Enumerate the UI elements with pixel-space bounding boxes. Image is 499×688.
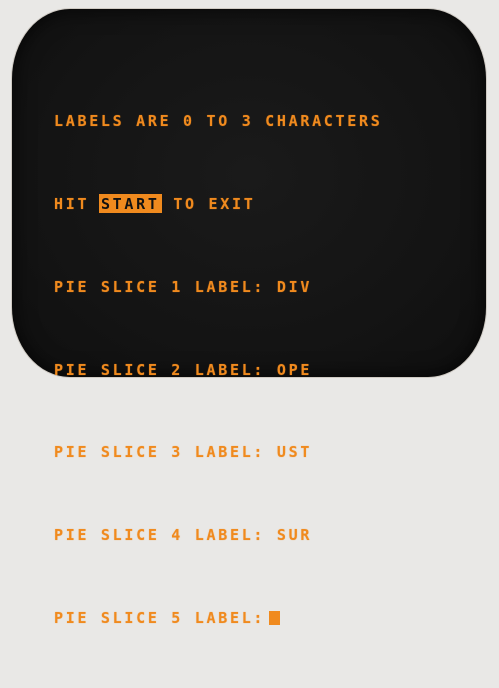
info-line: LABELS ARE 0 TO 3 CHARACTERS xyxy=(54,108,382,136)
monitor-bezel: LABELS ARE 0 TO 3 CHARACTERS HIT START T… xyxy=(0,0,499,627)
prompt-label: PIE SLICE 1 LABEL: xyxy=(54,277,266,296)
info-text: LABELS ARE 0 TO 3 CHARACTERS xyxy=(54,112,383,131)
prompt-label: PIE SLICE 2 LABEL: xyxy=(54,360,266,379)
prompt-value: UST xyxy=(276,443,313,462)
exit-hint-suffix: TO EXIT xyxy=(173,194,256,213)
prompt-line-2: PIE SLICE 2 LABEL: OPE xyxy=(54,357,382,385)
prompt-line-1: PIE SLICE 1 LABEL: DIV xyxy=(54,274,382,302)
prompt-label: PIE SLICE 5 LABEL: xyxy=(54,608,266,627)
prompt-line-5[interactable]: PIE SLICE 5 LABEL: xyxy=(54,605,382,633)
prompt-value: OPE xyxy=(276,360,313,379)
prompt-line-4: PIE SLICE 4 LABEL: SUR xyxy=(54,522,382,550)
exit-hint-line: HIT START TO EXIT xyxy=(54,191,382,219)
prompt-value: DIV xyxy=(276,277,313,296)
prompt-label: PIE SLICE 4 LABEL: xyxy=(54,526,266,545)
prompt-label: PIE SLICE 3 LABEL: xyxy=(54,443,266,462)
start-key-label[interactable]: START xyxy=(98,193,162,213)
prompt-value: SUR xyxy=(276,526,313,545)
terminal-output: LABELS ARE 0 TO 3 CHARACTERS HIT START T… xyxy=(54,53,382,688)
exit-hint-prefix: HIT xyxy=(54,194,90,213)
text-cursor xyxy=(269,610,281,625)
prompt-line-3: PIE SLICE 3 LABEL: UST xyxy=(54,439,382,467)
